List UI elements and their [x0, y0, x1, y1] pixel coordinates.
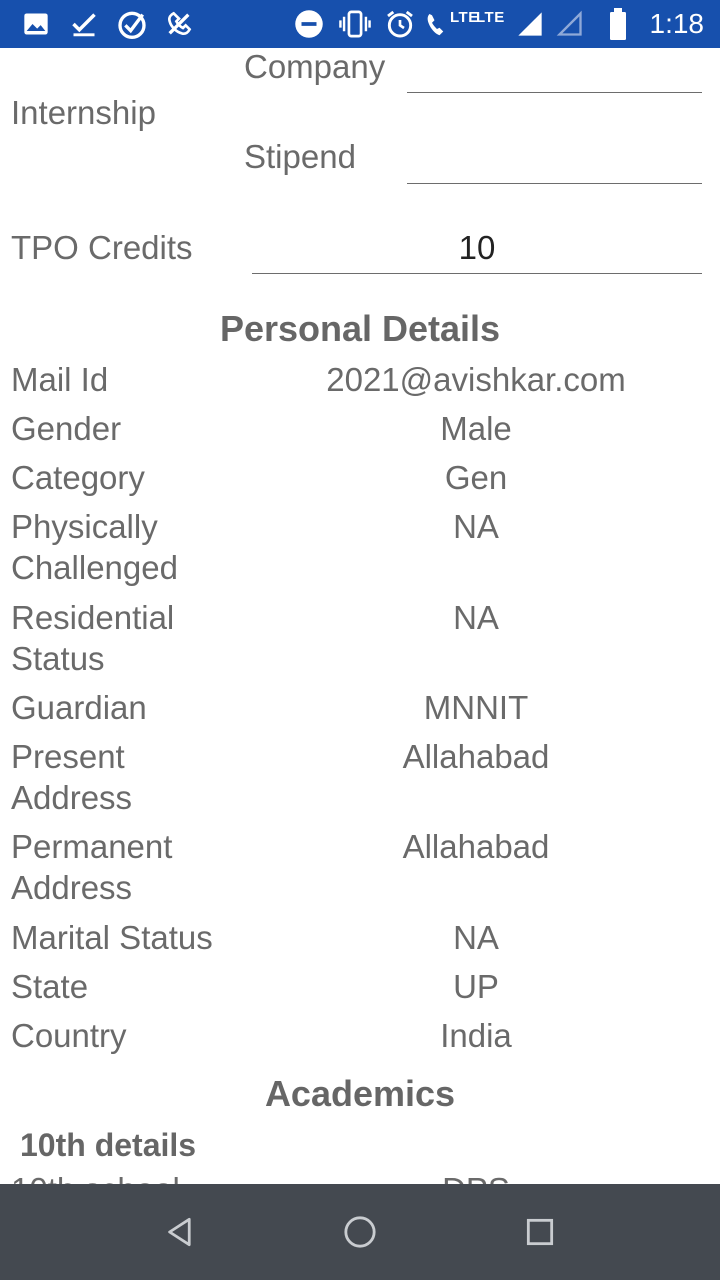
tenth-school-label: 10th school [11, 1169, 180, 1184]
personal-details-title: Personal Details [219, 308, 501, 349]
marital-status-value: NA [453, 919, 499, 956]
company-label: Company [244, 48, 386, 85]
present-address-label: Present Address [11, 738, 133, 816]
guardian-label: Guardian [11, 689, 147, 726]
alarm-icon [384, 8, 416, 40]
back-icon[interactable] [160, 1212, 200, 1252]
mail-id-value: 2021@avishkar.com [326, 361, 626, 398]
lte-indicator: LTE [450, 8, 479, 26]
tpo-credits-label: TPO Credits [11, 229, 193, 266]
lte-text: LTE [476, 8, 505, 26]
tpo-credits-value: 10 [458, 229, 496, 266]
battery-icon [608, 8, 628, 40]
tenth-details-title: 10th details [20, 1127, 197, 1163]
recents-icon[interactable] [520, 1212, 560, 1252]
do-not-disturb-icon [294, 8, 324, 40]
physically-challenged-label: Physically Challenged [11, 508, 178, 586]
country-label: Country [11, 1017, 127, 1054]
residential-status-value: NA [453, 599, 499, 636]
stipend-field[interactable] [407, 183, 702, 184]
company-field[interactable] [407, 92, 702, 93]
marital-status-label: Marital Status [11, 919, 213, 956]
lte-label: LTE [476, 8, 505, 40]
navigation-bar [0, 1184, 720, 1280]
profile-scroll-view[interactable]: Company Internship Stipend TPO Credits 1… [0, 48, 720, 1184]
home-icon[interactable] [340, 1212, 380, 1252]
volte-call-icon: LTE [424, 8, 479, 40]
present-address-value: Allahabad [402, 738, 550, 775]
vibrate-icon [338, 8, 372, 40]
signal-icon [516, 8, 544, 40]
academics-title: Academics [264, 1073, 456, 1114]
tpo-credits-field[interactable] [252, 273, 702, 274]
phone-muted-icon [163, 8, 195, 40]
permanent-address-label: Permanent Address [11, 828, 173, 906]
internship-label: Internship [11, 94, 156, 131]
check-icon [70, 8, 98, 40]
guardian-value: MNNIT [423, 689, 529, 726]
category-value: Gen [444, 459, 508, 496]
category-label: Category [11, 459, 145, 496]
gender-label: Gender [11, 410, 122, 447]
state-value: UP [453, 968, 499, 1005]
image-icon [22, 8, 50, 40]
country-value: India [440, 1017, 512, 1054]
signal-empty-icon [556, 8, 584, 40]
check-circle-icon [116, 8, 148, 40]
mail-id-label: Mail Id [11, 361, 109, 398]
residential-status-label: Residential Status [11, 599, 175, 677]
stipend-label: Stipend [244, 138, 356, 175]
clock: 1:18 [649, 8, 705, 39]
permanent-address-value: Allahabad [402, 828, 550, 865]
physically-challenged-value: NA [453, 508, 499, 545]
state-label: State [11, 968, 89, 1005]
gender-value: Male [440, 410, 512, 447]
tenth-school-value: DPS [250, 1169, 702, 1184]
status-bar: LTE LTE 1:18 [0, 0, 720, 48]
